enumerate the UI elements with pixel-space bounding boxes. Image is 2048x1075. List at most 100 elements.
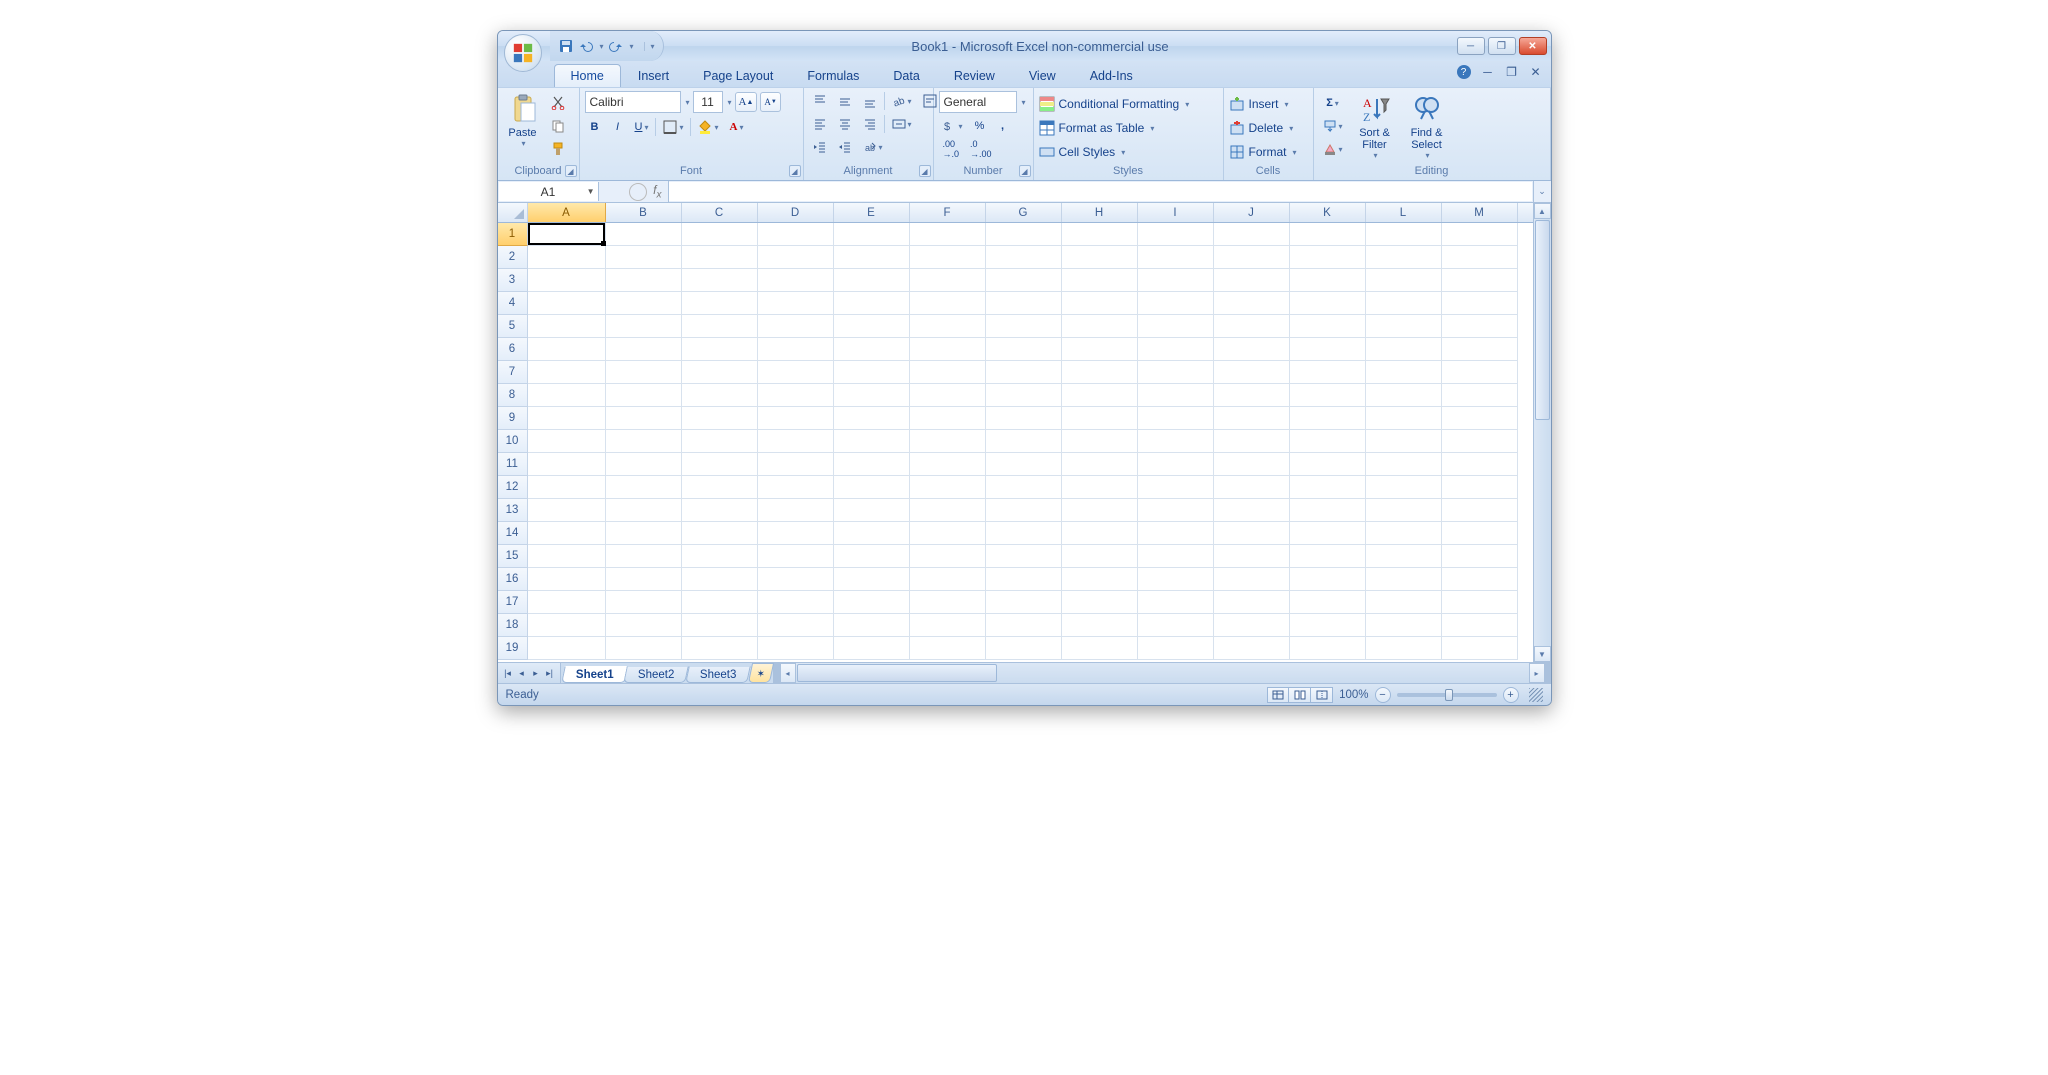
fx-icon[interactable]: fx — [653, 183, 661, 200]
clipboard-launcher[interactable]: ◢ — [565, 165, 577, 177]
column-header[interactable]: E — [834, 203, 910, 222]
row-header[interactable]: 14 — [498, 522, 528, 545]
new-sheet-button[interactable]: ✶ — [748, 663, 775, 683]
cell[interactable] — [606, 614, 682, 637]
cell[interactable] — [528, 223, 606, 246]
align-top-button[interactable] — [809, 91, 831, 111]
cell[interactable] — [682, 476, 758, 499]
cell[interactable] — [758, 499, 834, 522]
cell[interactable] — [606, 292, 682, 315]
cell[interactable] — [986, 384, 1062, 407]
cell[interactable] — [606, 545, 682, 568]
cell[interactable] — [1214, 453, 1290, 476]
cell[interactable] — [1214, 361, 1290, 384]
cell[interactable] — [606, 453, 682, 476]
column-header[interactable]: D — [758, 203, 834, 222]
cell[interactable] — [910, 361, 986, 384]
cell[interactable] — [758, 292, 834, 315]
cell[interactable] — [986, 453, 1062, 476]
cell[interactable] — [1366, 499, 1442, 522]
column-header[interactable]: I — [1138, 203, 1214, 222]
font-color-button[interactable]: A▾ — [726, 117, 748, 137]
tab-data[interactable]: Data — [876, 64, 936, 87]
cell[interactable] — [682, 246, 758, 269]
cell[interactable] — [986, 361, 1062, 384]
cell[interactable] — [682, 223, 758, 246]
tab-add-ins[interactable]: Add-Ins — [1073, 64, 1150, 87]
cell[interactable] — [682, 545, 758, 568]
italic-button[interactable]: I — [608, 117, 628, 137]
hscroll-thumb[interactable] — [797, 664, 997, 682]
cell[interactable] — [1214, 499, 1290, 522]
cut-button[interactable] — [547, 93, 569, 113]
grow-font-button[interactable]: A▲ — [735, 92, 758, 112]
row-header[interactable]: 9 — [498, 407, 528, 430]
hscroll-splitter-right[interactable] — [1545, 663, 1551, 683]
cell[interactable] — [606, 338, 682, 361]
cell[interactable] — [1442, 568, 1518, 591]
cell[interactable] — [528, 453, 606, 476]
row-header[interactable]: 4 — [498, 292, 528, 315]
cell[interactable] — [1442, 223, 1518, 246]
column-header[interactable]: J — [1214, 203, 1290, 222]
cell[interactable] — [1138, 637, 1214, 660]
font-launcher[interactable]: ◢ — [789, 165, 801, 177]
cell[interactable] — [1214, 568, 1290, 591]
cell[interactable] — [758, 614, 834, 637]
cell[interactable] — [682, 591, 758, 614]
formula-bar-expand[interactable]: ⌄ — [1533, 181, 1551, 202]
redo-icon[interactable] — [608, 38, 624, 54]
fill-color-button[interactable]: ▾ — [694, 117, 722, 137]
scroll-up-button[interactable]: ▲ — [1534, 203, 1551, 219]
cell[interactable] — [910, 384, 986, 407]
row-header[interactable]: 11 — [498, 453, 528, 476]
cell[interactable] — [1062, 407, 1138, 430]
cell[interactable] — [1214, 637, 1290, 660]
cell[interactable] — [1062, 292, 1138, 315]
cell[interactable] — [910, 269, 986, 292]
resize-grip[interactable] — [1529, 688, 1543, 702]
row-header[interactable]: 12 — [498, 476, 528, 499]
cell[interactable] — [834, 384, 910, 407]
cell[interactable] — [758, 269, 834, 292]
cell[interactable] — [1442, 476, 1518, 499]
cell[interactable] — [986, 315, 1062, 338]
cell[interactable] — [682, 637, 758, 660]
cell[interactable] — [606, 315, 682, 338]
cell[interactable] — [1214, 246, 1290, 269]
cell[interactable] — [834, 637, 910, 660]
font-size-combo[interactable] — [693, 91, 723, 113]
cell[interactable] — [834, 292, 910, 315]
cell[interactable] — [758, 476, 834, 499]
cell[interactable] — [1290, 315, 1366, 338]
format-as-table-button[interactable]: Format as Table ▾ — [1039, 117, 1155, 139]
autosum-button[interactable]: Σ▾ — [1319, 93, 1347, 113]
zoom-slider[interactable] — [1397, 693, 1497, 697]
cell[interactable] — [758, 430, 834, 453]
cell[interactable] — [910, 476, 986, 499]
cell[interactable] — [1062, 591, 1138, 614]
cell[interactable] — [1366, 315, 1442, 338]
cell[interactable] — [528, 522, 606, 545]
cell[interactable] — [1290, 568, 1366, 591]
clear-button[interactable]: ▾ — [1319, 139, 1347, 159]
cell[interactable] — [910, 591, 986, 614]
cell[interactable] — [910, 338, 986, 361]
cell[interactable] — [834, 545, 910, 568]
column-header[interactable]: K — [1290, 203, 1366, 222]
row-header[interactable]: 5 — [498, 315, 528, 338]
cell[interactable] — [682, 453, 758, 476]
cell[interactable] — [606, 407, 682, 430]
zoom-in-button[interactable]: + — [1503, 687, 1519, 703]
row-header[interactable]: 1 — [498, 223, 528, 246]
zoom-out-button[interactable]: − — [1375, 687, 1391, 703]
cell[interactable] — [986, 568, 1062, 591]
undo-icon[interactable] — [578, 38, 594, 54]
tab-view[interactable]: View — [1012, 64, 1073, 87]
cell[interactable] — [528, 476, 606, 499]
cell[interactable] — [1138, 591, 1214, 614]
cell[interactable] — [528, 568, 606, 591]
fill-button[interactable]: ▾ — [1319, 116, 1347, 136]
cell[interactable] — [1062, 246, 1138, 269]
column-header[interactable]: L — [1366, 203, 1442, 222]
